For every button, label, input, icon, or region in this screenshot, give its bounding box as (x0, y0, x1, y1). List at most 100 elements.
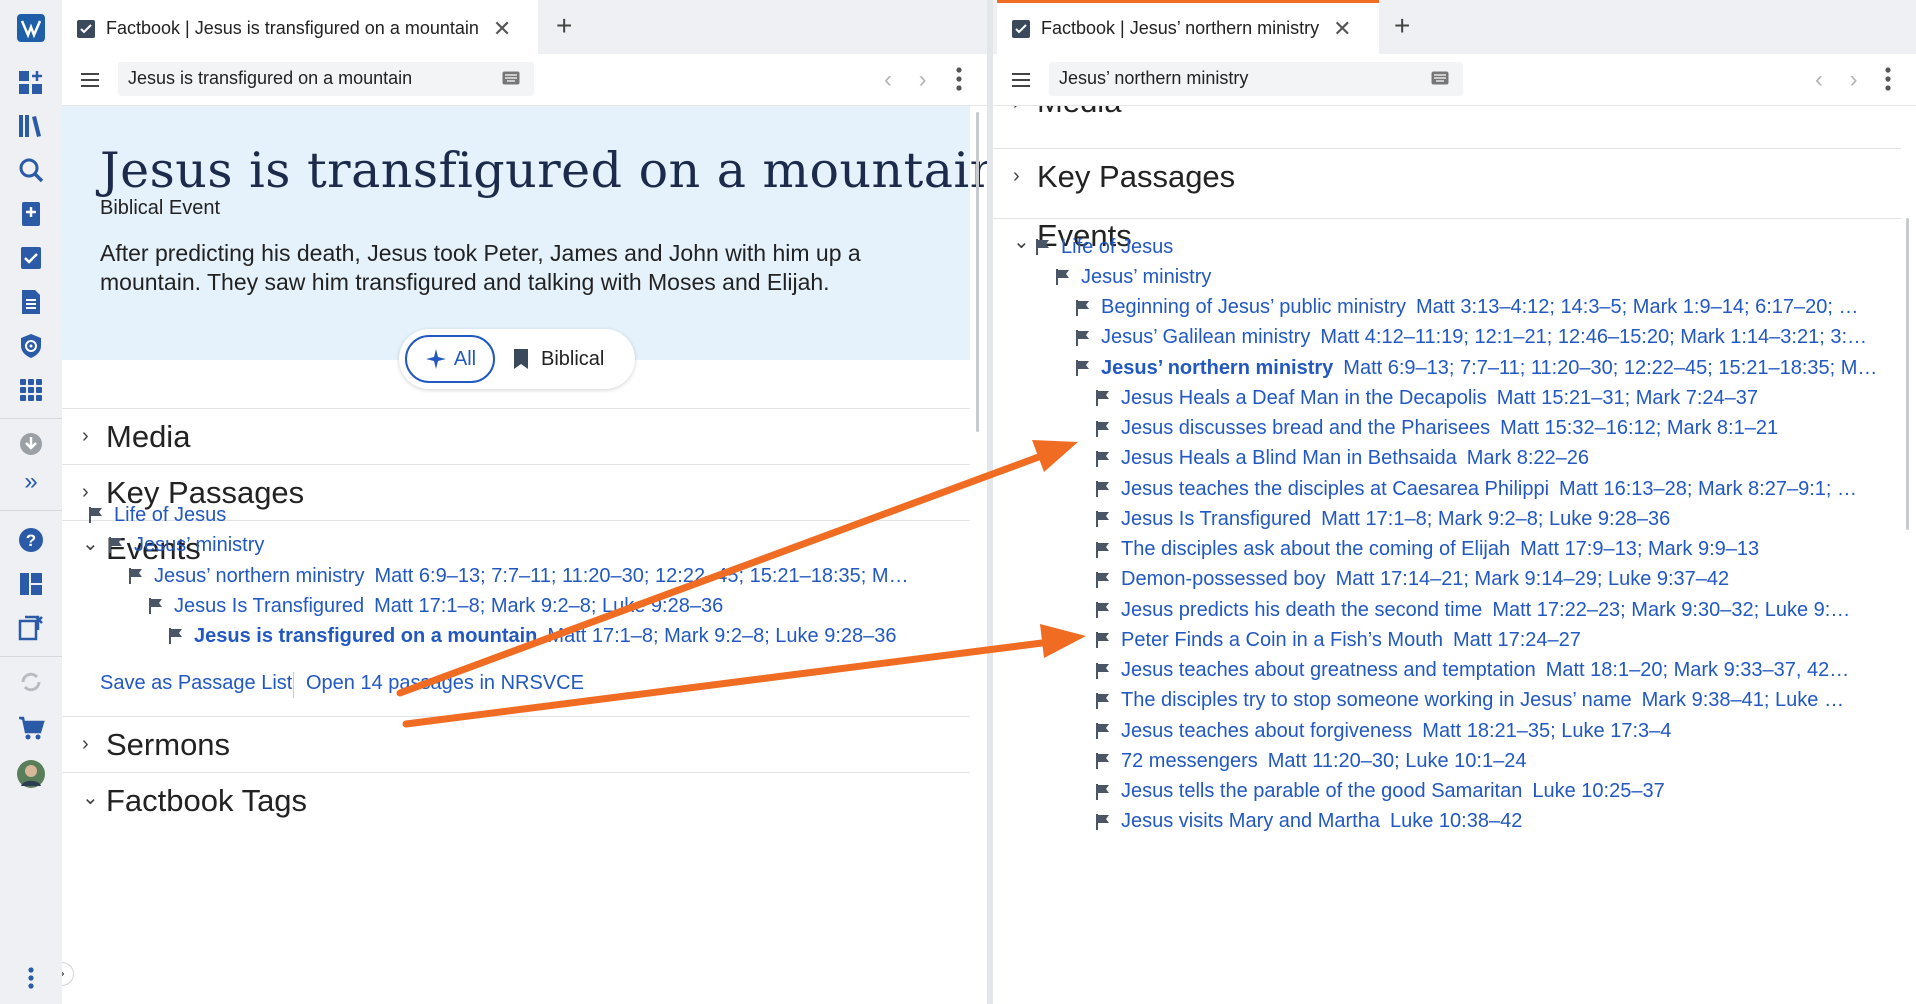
tree-item[interactable]: Jesus Heals a Blind Man in Bethsaida Mark… (1095, 444, 1898, 474)
help-icon[interactable]: ? (11, 520, 51, 560)
save-passage-list-link[interactable]: Save as Passage List (100, 672, 292, 695)
tree-item-title[interactable]: Jesus Is Transfigured (174, 595, 364, 618)
section-sermons[interactable]: › Sermons (62, 716, 970, 772)
tree-item[interactable]: Jesus Heals a Deaf Man in the Decapolis M… (1095, 383, 1898, 413)
tree-item-title[interactable]: Jesus’ ministry (1081, 266, 1211, 289)
tree-item[interactable]: Jesus discusses bread and the Pharisees M… (1095, 414, 1898, 444)
reference-box[interactable]: Jesus is transfigured on a mountain (118, 62, 534, 96)
section-media[interactable]: › Media (62, 408, 970, 464)
reference-input[interactable]: Jesus’ northern ministry (1059, 68, 1248, 88)
tree-item[interactable]: Jesus teaches the disciples at Caesarea … (1095, 474, 1898, 504)
tree-item[interactable]: Demon-possessed boy Matt 17:14–21; Mark 9… (1095, 565, 1898, 595)
tab-factbook-transfigured[interactable]: Factbook | Jesus is transfigured on a mo… (62, 0, 538, 54)
tree-item-title[interactable]: Jesus is transfigured on a mountain (194, 625, 537, 648)
filter-all-button[interactable]: All (405, 335, 495, 383)
target-icon[interactable] (11, 326, 51, 366)
tree-item[interactable]: Jesus predicts his death the second time… (1095, 595, 1898, 625)
tree-item[interactable]: Jesus tells the parable of the good Sama… (1095, 777, 1898, 807)
section-media[interactable]: › Media (993, 106, 1901, 134)
close-tab-icon[interactable]: ✕ (1333, 16, 1351, 42)
section-key-passages[interactable]: › Key Passages (993, 148, 1901, 204)
tree-item[interactable]: Jesus’ Galilean ministry Matt 4:12–11:19;… (1075, 323, 1898, 353)
section-factbook-tags[interactable]: ⌄ Factbook Tags (62, 772, 970, 842)
tree-item-title[interactable]: Jesus’ northern ministry (154, 565, 364, 588)
panel-menu-icon[interactable] (78, 68, 102, 92)
tree-item-refs[interactable]: Matt 18:1–20; Mark 9:33–37, 42… (1546, 659, 1850, 682)
panel-more-icon[interactable] (1884, 64, 1892, 94)
tree-item-title[interactable]: Demon-possessed boy (1121, 568, 1326, 591)
tree-item-title[interactable]: Jesus predicts his death the second time (1121, 599, 1482, 622)
logo-icon[interactable] (11, 8, 51, 48)
tree-item[interactable]: Jesus Is Transfigured Matt 17:1–8; Mark … (148, 591, 723, 621)
tree-item[interactable]: Jesus visits Mary and Martha Luke 10:38–4… (1095, 807, 1898, 837)
tab-factbook-northern-ministry[interactable]: Factbook | Jesus’ northern ministry ✕ (997, 0, 1379, 54)
tree-item[interactable]: Jesus teaches about forgiveness Matt 18:2… (1095, 716, 1898, 746)
tree-item-title[interactable]: Jesus Heals a Deaf Man in the Decapolis (1121, 387, 1487, 410)
cart-icon[interactable] (11, 708, 51, 748)
avatar[interactable] (11, 754, 51, 794)
tree-item-refs[interactable]: Matt 18:21–35; Luke 17:3–4 (1422, 720, 1671, 743)
sync-icon[interactable] (11, 662, 51, 702)
apps-grid-icon[interactable] (11, 370, 51, 410)
tree-item[interactable]: Jesus’ ministry (1055, 262, 1898, 292)
tree-item[interactable]: Life of Jesus (1035, 232, 1898, 262)
panel-more-icon[interactable] (955, 64, 963, 94)
tree-item-title[interactable]: Jesus’ Galilean ministry (1101, 326, 1310, 349)
tree-item-refs[interactable]: Luke 10:38–42 (1390, 810, 1522, 833)
tree-item-title[interactable]: The disciples try to stop someone workin… (1121, 689, 1632, 712)
tree-item-title[interactable]: Jesus discusses bread and the Pharisees (1121, 417, 1490, 440)
tree-item-refs[interactable]: Matt 16:13–28; Mark 8:27–9:1; … (1559, 478, 1857, 501)
checklist-icon[interactable] (11, 238, 51, 278)
tree-item-title[interactable]: Jesus teaches about forgiveness (1121, 720, 1412, 743)
tree-item[interactable]: Life of Jesus (88, 500, 226, 530)
scrollbar[interactable] (976, 112, 979, 432)
tree-item-title[interactable]: Jesus Is Transfigured (1121, 508, 1311, 531)
tree-item-refs[interactable]: Matt 17:14–21; Mark 9:14–29; Luke 9:37–4… (1336, 568, 1730, 591)
tree-item-refs[interactable]: Matt 17:1–8; Mark 9:2–8; Luke 9:28–36 (374, 595, 723, 618)
open-passages-link[interactable]: Open 14 passages in NRSVCE (306, 672, 584, 695)
tree-item-title[interactable]: 72 messengers (1121, 750, 1258, 773)
tree-item[interactable]: The disciples ask about the coming of El… (1095, 535, 1898, 565)
bible-add-icon[interactable] (11, 194, 51, 234)
reference-box[interactable]: Jesus’ northern ministry (1049, 62, 1463, 96)
tree-item-refs[interactable]: Matt 15:21–31; Mark 7:24–37 (1497, 387, 1758, 410)
tree-item-current[interactable]: Jesus is transfigured on a mountain Matt… (168, 621, 897, 651)
search-icon[interactable] (11, 150, 51, 190)
tree-item[interactable]: Jesus teaches about greatness and tempta… (1095, 656, 1898, 686)
keyboard-icon[interactable] (502, 71, 520, 85)
close-tab-icon[interactable]: ✕ (493, 16, 511, 42)
tree-item[interactable]: Beginning of Jesus’ public ministry Matt … (1075, 293, 1898, 323)
tree-item-refs[interactable]: Matt 3:13–4:12; 14:3–5; Mark 1:9–14; 6:1… (1416, 296, 1859, 319)
tree-item-refs[interactable]: Matt 17:1–8; Mark 9:2–8; Luke 9:28–36 (1321, 508, 1670, 531)
download-icon[interactable] (11, 424, 51, 464)
tree-item-title[interactable]: Jesus teaches the disciples at Caesarea … (1121, 478, 1549, 501)
more-icon[interactable] (11, 958, 51, 998)
tree-item-refs[interactable]: Matt 17:9–13; Mark 9:9–13 (1520, 538, 1759, 561)
tree-item[interactable]: Jesus’ ministry (108, 530, 264, 560)
layout-icon[interactable] (11, 564, 51, 604)
tree-item-refs[interactable]: Luke 10:25–37 (1532, 780, 1664, 803)
tree-item-refs[interactable]: Matt 17:1–8; Mark 9:2–8; Luke 9:28–36 (547, 625, 896, 648)
tree-item-title[interactable]: Life of Jesus (114, 504, 226, 527)
library-icon[interactable] (11, 106, 51, 146)
tree-item-refs[interactable]: Matt 17:24–27 (1453, 629, 1581, 652)
tree-item[interactable]: The disciples try to stop someone workin… (1095, 686, 1898, 716)
tree-item-title[interactable]: Jesus Heals a Blind Man in Bethsaida (1121, 447, 1457, 470)
tree-item[interactable]: Peter Finds a Coin in a Fish’s Mouth Matt… (1095, 625, 1898, 655)
tree-item-title[interactable]: Jesus’ northern ministry (1101, 357, 1333, 380)
tree-item[interactable]: 72 messengers Matt 11:20–30; Luke 10:1–24 (1095, 746, 1898, 776)
filter-biblical-button[interactable]: Biblical (511, 335, 604, 383)
keyboard-icon[interactable] (1431, 71, 1449, 85)
chevron-down-icon[interactable]: ⌄ (82, 531, 99, 556)
history-arrows[interactable]: ‹ › (884, 66, 937, 94)
tree-item-title[interactable]: The disciples ask about the coming of El… (1121, 538, 1510, 561)
dashboard-icon[interactable] (11, 62, 51, 102)
tree-item-title[interactable]: Life of Jesus (1061, 236, 1173, 259)
tree-item-title[interactable]: Peter Finds a Coin in a Fish’s Mouth (1121, 629, 1443, 652)
reference-input[interactable]: Jesus is transfigured on a mountain (128, 68, 412, 88)
scrollbar[interactable] (1906, 218, 1909, 530)
tree-item-refs[interactable]: Mark 8:22–26 (1467, 447, 1589, 470)
tree-item-refs[interactable]: Matt 15:32–16:12; Mark 8:1–21 (1500, 417, 1778, 440)
tree-item-refs[interactable]: Matt 4:12–11:19; 12:1–21; 12:46–15:20; M… (1320, 326, 1867, 349)
tree-item-title[interactable]: Jesus tells the parable of the good Sama… (1121, 780, 1522, 803)
